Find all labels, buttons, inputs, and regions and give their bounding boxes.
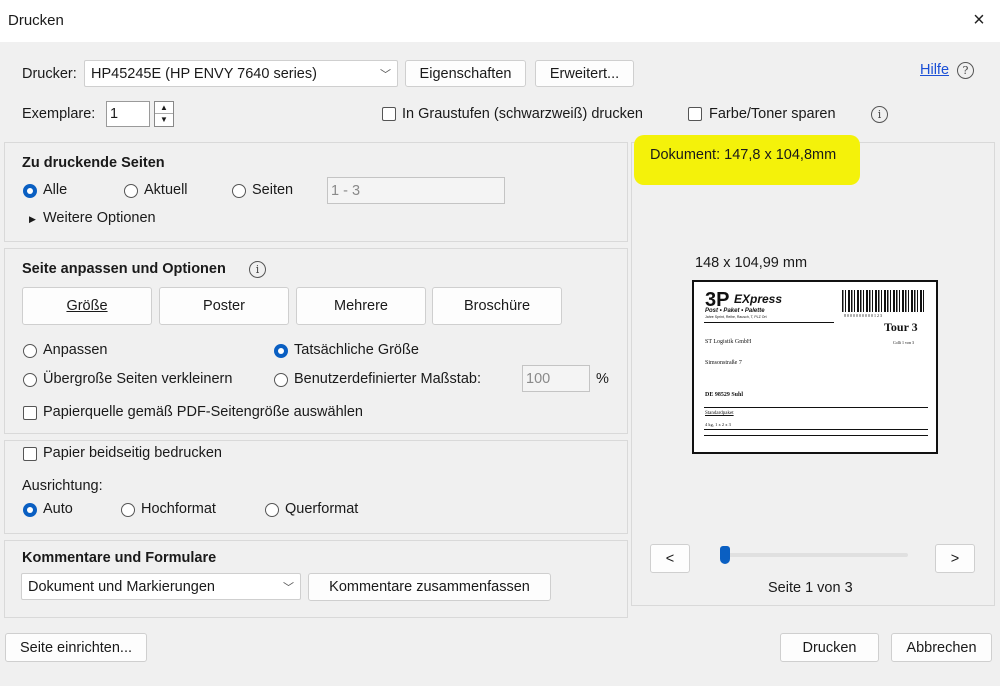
shrink-label: Übergroße Seiten verkleinern: [43, 371, 233, 387]
pdf-paper-source-checkbox[interactable]: [23, 406, 37, 420]
label-service: Standardpaket: [705, 411, 734, 416]
barcode: [842, 290, 924, 312]
pages-all-radio[interactable]: [23, 184, 37, 198]
orientation-landscape-label: Querformat: [285, 501, 359, 517]
title-bar: [0, 0, 1000, 42]
label-tour: Tour 3: [884, 320, 918, 334]
stepper-up-icon[interactable]: ▲: [155, 102, 173, 114]
pages-range-label: Seiten: [252, 182, 294, 198]
page-setup-button[interactable]: Seite einrichten...: [5, 633, 147, 662]
copies-stepper[interactable]: ▲ ▼: [154, 101, 174, 127]
help-link[interactable]: Hilfe: [920, 62, 949, 78]
window-title: Drucken: [8, 12, 64, 29]
print-button[interactable]: Drucken: [780, 633, 879, 662]
stepper-down-icon[interactable]: ▼: [155, 114, 173, 126]
both-sides-checkbox[interactable]: [23, 447, 37, 461]
pages-heading: Zu druckende Seiten: [22, 155, 165, 171]
pages-all-label: Alle: [43, 182, 68, 198]
prev-page-button[interactable]: <: [650, 544, 690, 573]
more-options-label[interactable]: Weitere Optionen: [43, 210, 156, 226]
orientation-auto-label: Auto: [43, 501, 73, 517]
label-logo-sub: Post • Paket • Palette: [705, 308, 765, 314]
page-indicator: Seite 1 von 3: [768, 580, 853, 596]
actual-size-radio[interactable]: [274, 344, 288, 358]
info-icon[interactable]: i: [871, 106, 888, 123]
label-weight: 4 kg, 1 x 2 x 3: [705, 422, 731, 427]
tab-poster[interactable]: Poster: [159, 287, 289, 325]
grayscale-label: In Graustufen (schwarzweiß) drucken: [402, 106, 643, 122]
pages-range-input[interactable]: 1 - 3: [327, 177, 505, 204]
comments-heading: Kommentare und Formulare: [22, 550, 217, 566]
tab-booklet[interactable]: Broschüre: [432, 287, 562, 325]
close-icon[interactable]: ×: [966, 8, 992, 34]
custom-scale-input[interactable]: 100: [522, 365, 590, 392]
copies-input[interactable]: 1: [106, 101, 150, 127]
actual-size-label: Tatsächliche Größe: [294, 342, 419, 358]
both-sides-label: Papier beidseitig bedrucken: [43, 445, 222, 461]
cancel-button[interactable]: Abbrechen: [891, 633, 992, 662]
orientation-landscape-radio[interactable]: [265, 503, 279, 517]
chevron-down-icon: ﹀: [380, 68, 391, 81]
pdf-paper-source-label: Papierquelle gemäß PDF-Seitengröße auswä…: [43, 404, 363, 420]
percent-label: %: [596, 371, 609, 387]
advanced-button[interactable]: Erweitert...: [535, 60, 634, 87]
label-street: Simsonstraße 7: [705, 360, 742, 366]
properties-button[interactable]: Eigenschaften: [405, 60, 526, 87]
label-divider: [704, 435, 928, 436]
barcode-digits: 8 0 0 0 0 0 0 0 0 0 1 2 3: [844, 313, 882, 318]
orientation-portrait-label: Hochformat: [141, 501, 216, 517]
label-divider: [704, 322, 834, 323]
printer-select[interactable]: HP45245E (HP ENVY 7640 series) ﹀: [84, 60, 398, 87]
orientation-portrait-radio[interactable]: [121, 503, 135, 517]
document-size-label: Dokument: 147,8 x 104,8mm: [650, 147, 837, 163]
label-divider: [704, 407, 928, 408]
page-slider-track[interactable]: [720, 553, 908, 557]
orientation-label: Ausrichtung:: [22, 478, 103, 494]
comments-select-value: Dokument und Markierungen: [28, 578, 215, 595]
label-city: DE 98529 Suhl: [705, 392, 744, 398]
page-slider-thumb[interactable]: [720, 546, 730, 564]
grayscale-checkbox[interactable]: [382, 107, 396, 121]
label-divider: [704, 429, 928, 430]
custom-scale-label: Benutzerdefinierter Maßstab:: [294, 371, 481, 387]
help-icon[interactable]: ?: [957, 62, 974, 79]
orientation-auto-radio[interactable]: [23, 503, 37, 517]
page-preview: 3P EXpress Post • Paket • Palette Jahre …: [692, 280, 938, 454]
label-logo-small: Jahre Sprint, Reihe, Rausch, T, PLZ Ort: [705, 315, 767, 319]
next-page-button[interactable]: >: [935, 544, 975, 573]
fit-radio[interactable]: [23, 344, 37, 358]
comments-select[interactable]: Dokument und Markierungen ﹀: [21, 573, 301, 600]
chevron-down-icon: ﹀: [283, 581, 294, 594]
pages-range-radio[interactable]: [232, 184, 246, 198]
shrink-radio[interactable]: [23, 373, 37, 387]
fit-options-heading: Seite anpassen und Optionen: [22, 261, 226, 277]
label-sender: ST Logistik GmbH: [705, 339, 752, 345]
pages-current-label: Aktuell: [144, 182, 188, 198]
copies-label: Exemplare:: [22, 106, 96, 122]
fit-label: Anpassen: [43, 342, 108, 358]
summarize-comments-button[interactable]: Kommentare zusammenfassen: [308, 573, 551, 601]
page-size-label: 148 x 104,99 mm: [695, 255, 808, 271]
expand-triangle-icon[interactable]: ▶: [29, 214, 36, 225]
pages-current-radio[interactable]: [124, 184, 138, 198]
tab-size[interactable]: Größe: [22, 287, 152, 325]
printer-select-value: HP45245E (HP ENVY 7640 series): [91, 65, 317, 82]
info-icon[interactable]: i: [249, 261, 266, 278]
save-toner-checkbox[interactable]: [688, 107, 702, 121]
label-page-count: Colli 1 von 3: [893, 340, 915, 345]
printer-label: Drucker:: [22, 66, 77, 82]
save-toner-label: Farbe/Toner sparen: [709, 106, 836, 122]
tab-multiple[interactable]: Mehrere: [296, 287, 426, 325]
label-logo-express: EXpress: [734, 292, 783, 306]
custom-scale-radio[interactable]: [274, 373, 288, 387]
